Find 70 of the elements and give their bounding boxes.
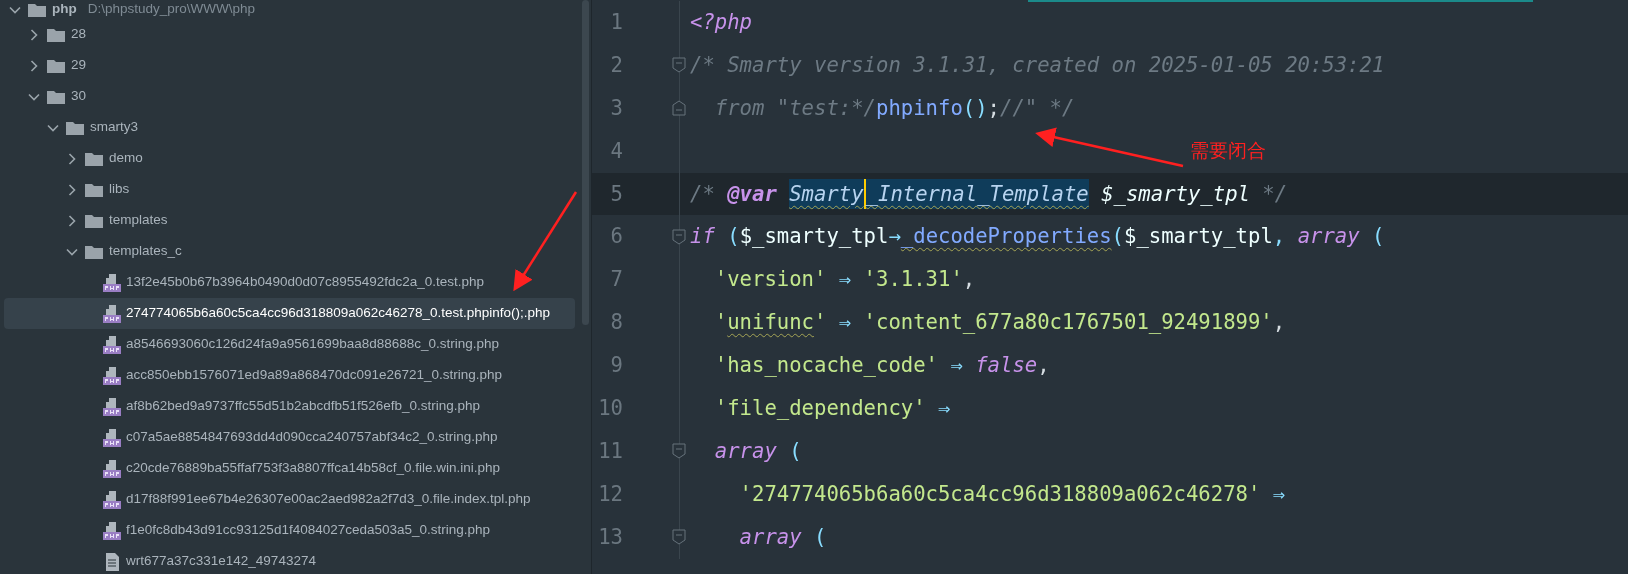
tree-item[interactable]: wrt677a37c331e142_49743274 <box>4 546 575 574</box>
php-file-icon <box>103 427 121 448</box>
line-number: 2 <box>609 51 623 79</box>
code-text: ' ⇒ 'content_677a80c1767501_92491899', <box>814 309 1286 337</box>
code-text: $_smarty_tpl */ <box>1100 180 1288 208</box>
folder-icon <box>46 88 66 105</box>
tree-item[interactable]: demo <box>4 143 575 174</box>
code-text: array ( <box>713 437 802 465</box>
line-number: 4 <box>609 137 623 165</box>
code-text: if ($_smarty_tpl→ <box>690 223 901 251</box>
line-number: 9 <box>609 352 623 380</box>
tree-item[interactable]: f1e0fc8db43d91cc93125d1f4084027ceda503a5_0.string.php <box>4 515 575 546</box>
tree-item[interactable]: libs <box>4 174 575 205</box>
tree-item[interactable]: af8b62bed9a9737ffc55d51b2abcdfb51f526efb_0.string.php <box>4 391 575 422</box>
tree-item[interactable]: acc850ebb1576071ed9a89a868470dc091e26721_0.string.php <box>4 360 575 391</box>
tree-item[interactable]: php D:\phpstudy_pro\WWW\php <box>4 0 575 19</box>
tree-item[interactable]: 274774065b6a60c5ca4cc96d318809a062c46278_0.test.phpinfo();.php <box>4 298 575 329</box>
annotation-note: 需要闭合 <box>1190 138 1266 163</box>
line-number: 10 <box>597 395 623 422</box>
tree-item[interactable]: c20cde76889ba55ffaf753f3a8807ffca14b58cf_0.file.win.ini.php <box>4 453 575 484</box>
line-number: 7 <box>609 266 623 294</box>
line-number: 6 <box>609 223 623 251</box>
tree-item[interactable]: c07a5ae8854847693dd4d090cca240757abf34c2_0.string.php <box>4 422 575 453</box>
code-text: 'version' ⇒ '3.1.31', <box>713 266 976 294</box>
folder-icon <box>46 26 66 43</box>
tree-item[interactable]: 28 <box>4 19 575 50</box>
code-text: 'has_nocache_code' ⇒ false, <box>713 352 1050 380</box>
php-file-icon <box>103 520 121 541</box>
tree-item[interactable]: 13f2e45b0b67b3964b0490d0d07c8955492fdc2a_0.test.php <box>4 267 575 298</box>
underlined-code: _decodeProperties <box>900 223 1112 251</box>
php-file-icon <box>103 272 121 293</box>
code-text: <?php <box>690 9 752 36</box>
folder-path: D:\phpstudy_pro\WWW\php <box>87 0 256 19</box>
php-file-icon <box>103 303 121 324</box>
tree-item[interactable]: 29 <box>4 50 575 81</box>
line-number: 13 <box>597 523 623 551</box>
tree-item[interactable]: 30 <box>4 81 575 112</box>
folder-icon <box>46 57 66 74</box>
line-number: 5 <box>609 180 623 208</box>
php-file-icon <box>103 334 121 355</box>
php-file-icon <box>103 365 121 386</box>
line-number: 1 <box>609 9 623 36</box>
tree-item[interactable]: d17f88f991ee67b4e26307e00ac2aed982a2f7d3_0.file.index.tpl.php <box>4 484 575 515</box>
tree-item[interactable]: a8546693060c126d24fa9a9561699baa8d88688c_0.string.php <box>4 329 575 360</box>
underlined-code: unifunc <box>727 309 814 337</box>
line-number: 11 <box>597 437 623 465</box>
folder-icon <box>84 181 104 198</box>
line-number: 3 <box>609 94 623 122</box>
folder-icon <box>27 1 47 18</box>
code-text: '274774065b6a60c5ca4cc96d318809a062c46278' ⇒ <box>738 480 1286 508</box>
php-file-icon <box>103 489 121 510</box>
line-number: 8 <box>609 309 623 337</box>
folder-icon <box>84 212 104 229</box>
tree-item[interactable]: templates_c <box>4 236 575 267</box>
folder-icon <box>65 119 85 136</box>
code-text: 'file_dependency' ⇒ <box>713 395 951 422</box>
code-text: ' <box>713 309 728 337</box>
selected-code: Smarty <box>789 178 866 210</box>
folder-icon <box>84 150 104 167</box>
code-text: from "test:*/phpinfo();//" */ <box>713 94 1075 122</box>
tree-item[interactable]: smarty3 <box>4 112 575 143</box>
folder-icon <box>84 243 104 260</box>
line-number: 12 <box>597 480 623 508</box>
tree-item[interactable]: templates <box>4 205 575 236</box>
code-text: array ( <box>738 523 827 551</box>
code-text: /* @var <box>690 180 778 208</box>
code-text: ($_smarty_tpl, array ( <box>1111 223 1385 251</box>
code-text: /* Smarty version 3.1.31, created on 2025-01-05 20:53:21 <box>690 51 1385 79</box>
php-file-icon <box>103 396 121 417</box>
php-file-icon <box>103 458 121 479</box>
